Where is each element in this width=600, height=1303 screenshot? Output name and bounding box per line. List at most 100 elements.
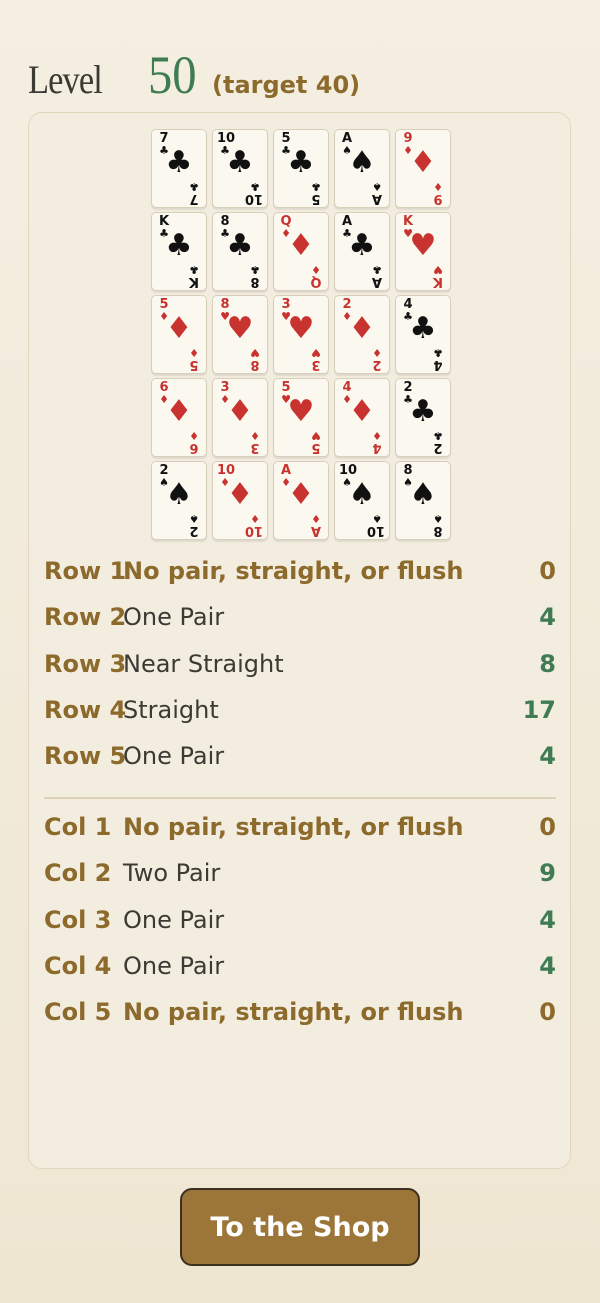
card-rank: K [188,274,200,289]
hand-points: 0 [539,813,556,841]
hand-name: No pair, straight, or flush [123,998,464,1027]
card: A ♣ A ♣ ♣ [334,212,390,291]
to-the-shop-button[interactable]: To the Shop [180,1188,420,1266]
diamonds-icon: ♦ [287,477,315,512]
hand-name: One Pair [123,742,225,771]
card-rank: 6 [189,440,199,455]
card-bottom-corner: 9 ♦ [430,180,446,206]
card-rank: 3 [250,440,260,455]
hand-points: 0 [539,557,556,585]
clubs-icon: ♣ [250,263,260,276]
score-row: Col 2 Two Pair 9 [44,855,556,901]
card-bottom-corner: 10 ♠ [366,512,385,538]
card: 8 ♥ 8 ♥ ♥ [212,295,268,374]
score-label: Row 3 [44,649,127,678]
diamonds-icon: ♦ [189,346,199,359]
scores-divider [44,797,556,799]
hand-points: 4 [539,603,556,632]
card: 2 ♦ 2 ♦ ♦ [334,295,390,374]
spades-icon: ♠ [409,477,437,512]
spades-icon: ♠ [189,512,199,525]
hand-points: 4 [539,742,556,771]
card-bottom-corner: 4 ♦ [369,429,385,455]
score-row: Row 4 Straight 17 [44,692,556,738]
hand-name: One Pair [123,905,225,934]
card-rank: 10 [244,523,263,538]
card-bottom-corner: A ♣ [369,263,385,289]
spades-icon: ♠ [348,145,376,180]
card-bottom-corner: 8 ♠ [430,512,446,538]
card-rank: 2 [189,523,199,538]
card: A ♠ A ♠ ♠ [334,129,390,208]
card-rank: K [432,274,444,289]
card-bottom-corner: 6 ♦ [186,429,202,455]
clubs-icon: ♣ [311,180,321,193]
card: 5 ♥ 5 ♥ ♥ [273,378,329,457]
card-bottom-corner: 2 ♣ [430,429,446,455]
card-rank: 8 [250,357,260,372]
card-rank: 4 [372,440,382,455]
score-label: Row 2 [44,603,127,632]
card-rank: 5 [311,440,321,455]
diamonds-icon: ♦ [165,394,193,429]
card-rank: 2 [372,357,382,372]
target-score: (target 40) [212,71,361,99]
hearts-icon: ♥ [287,394,315,429]
column-scores: Col 1 No pair, straight, or flush 0 Col 2 Tw… [44,809,556,1040]
score-label: Col 3 [44,905,112,934]
card-bottom-corner: 7 ♣ [186,180,202,206]
clubs-icon: ♣ [409,394,437,429]
diamonds-icon: ♦ [433,180,443,193]
card-bottom-corner: 4 ♣ [430,346,446,372]
spades-icon: ♠ [165,477,193,512]
diamonds-icon: ♦ [189,429,199,442]
card: 8 ♠ 8 ♠ ♠ [395,461,451,540]
score-label: Col 5 [44,998,112,1027]
card-rank: 5 [189,357,199,372]
hearts-icon: ♥ [250,346,260,359]
card-rank: A [371,191,383,206]
clubs-icon: ♣ [189,180,199,193]
hearts-icon: ♥ [311,429,321,442]
diamonds-icon: ♦ [311,512,321,525]
card-bottom-corner: 5 ♣ [308,180,324,206]
diamonds-icon: ♦ [226,477,254,512]
card: 5 ♦ 5 ♦ ♦ [151,295,207,374]
card-bottom-corner: K ♥ [430,263,446,289]
card-rank: 10 [366,523,385,538]
card: Q ♦ Q ♦ ♦ [273,212,329,291]
hearts-icon: ♥ [287,311,315,346]
clubs-icon: ♣ [226,228,254,263]
card-rank: 10 [244,191,263,206]
clubs-icon: ♣ [372,263,382,276]
card: 7 ♣ 7 ♣ ♣ [151,129,207,208]
card-bottom-corner: 10 ♦ [244,512,263,538]
clubs-icon: ♣ [165,228,193,263]
card-rank: 4 [433,357,443,372]
score-label: Row 5 [44,742,127,771]
hand-points: 4 [539,951,556,980]
card-bottom-corner: 3 ♥ [308,346,324,372]
card: 10 ♣ 10 ♣ ♣ [212,129,268,208]
clubs-icon: ♣ [287,145,315,180]
hand-points: 0 [539,998,556,1027]
score-row: Col 4 One Pair 4 [44,948,556,994]
card-rank: 2 [433,440,443,455]
card-rank: 9 [433,191,443,206]
diamonds-icon: ♦ [311,263,321,276]
diamonds-icon: ♦ [409,145,437,180]
diamonds-icon: ♦ [287,228,315,263]
card-bottom-corner: 8 ♣ [247,263,263,289]
hearts-icon: ♥ [409,228,437,263]
card: 4 ♦ 4 ♦ ♦ [334,378,390,457]
clubs-icon: ♣ [226,145,254,180]
diamonds-icon: ♦ [348,394,376,429]
card-bottom-corner: A ♠ [369,180,385,206]
diamonds-icon: ♦ [226,394,254,429]
score-row: Row 1 No pair, straight, or flush 0 [44,553,556,599]
hand-name: No pair, straight, or flush [123,557,464,585]
card: 10 ♦ 10 ♦ ♦ [212,461,268,540]
score-row: Row 3 Near Straight 8 [44,646,556,692]
card-bottom-corner: 3 ♦ [247,429,263,455]
card-rank: 3 [311,357,321,372]
